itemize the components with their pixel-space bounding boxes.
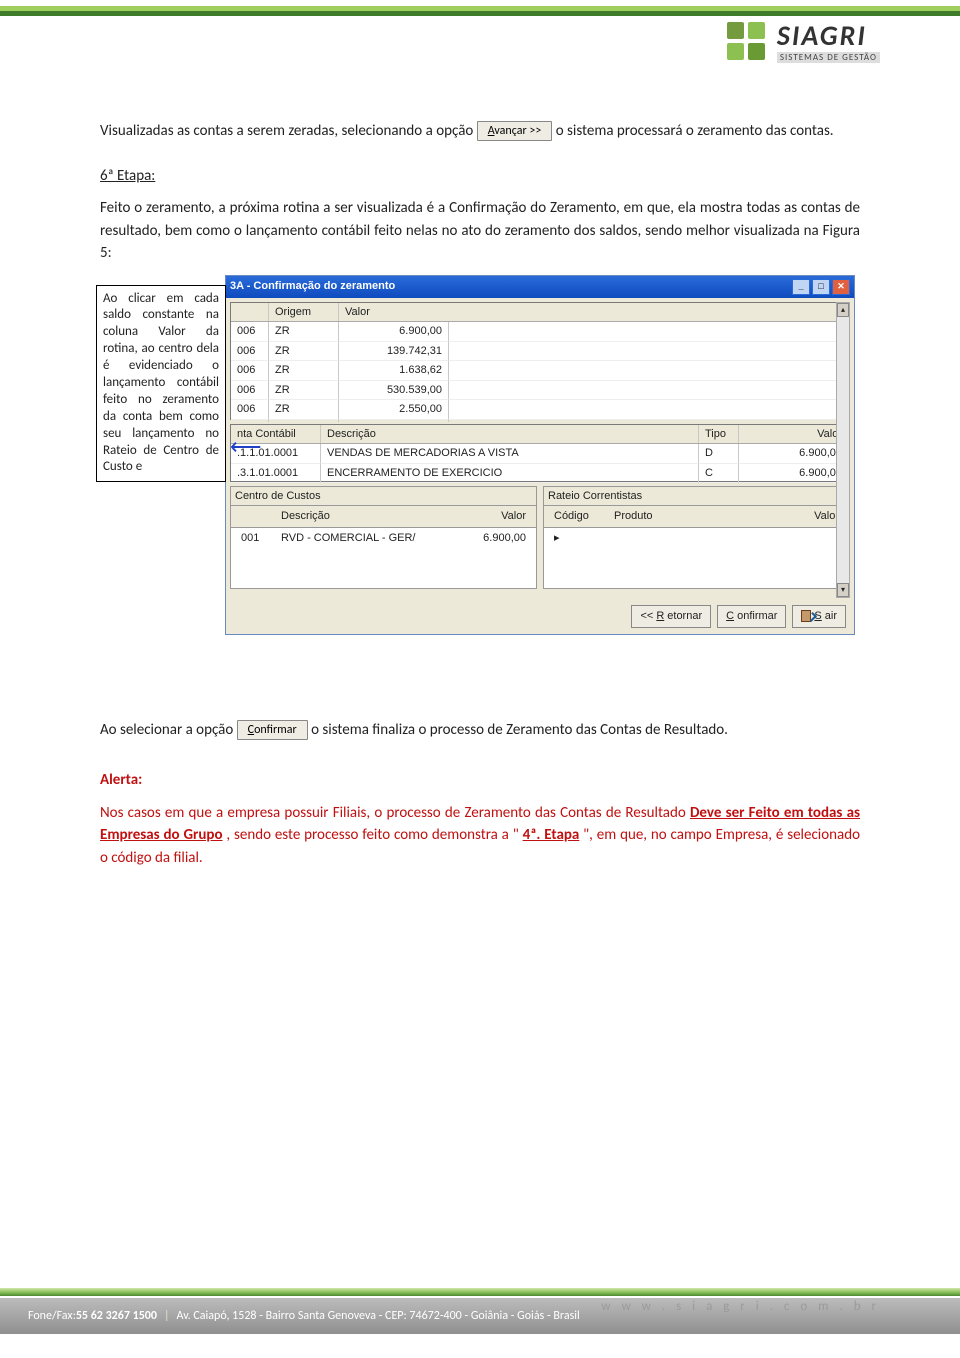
- figure-callout: Ao clicar em cada saldo constante na col…: [96, 285, 226, 483]
- footer-address: Av. Caiapó, 1528 - Bairro Santa Genoveva…: [176, 1309, 579, 1323]
- figure-5: Ao clicar em cada saldo constante na col…: [100, 275, 860, 675]
- rateio-correntistas-panel: Rateio Correntistas Código Produto Valor…: [543, 486, 850, 590]
- logo-icon: [725, 20, 769, 64]
- avancar-button[interactable]: Avançar >>: [477, 121, 553, 141]
- top-accent-bar: [0, 6, 960, 16]
- alert-body: Nos casos em que a empresa possuir Filia…: [100, 802, 860, 870]
- minimize-icon[interactable]: _: [792, 279, 810, 295]
- table-row[interactable]: 006ZR1.638,62: [231, 361, 849, 381]
- page-footer: w w w . s i a g r i . c o m . b r Fone/F…: [0, 1288, 960, 1358]
- step6-heading: 6ª Etapa:: [100, 165, 860, 188]
- scrollbar[interactable]: ▴▾: [836, 302, 850, 598]
- arrow-left-icon: ⟵: [230, 430, 262, 463]
- footer-phone-label: Fone/Fax:: [28, 1309, 76, 1323]
- table-row[interactable]: .3.1.01.0001ENCERRAMENTO DE EXERCICIOC6.…: [231, 464, 849, 484]
- sair-button[interactable]: Sair: [792, 605, 846, 628]
- top-grid: Origem Valor 006ZR6.900,00006ZR139.742,3…: [230, 302, 850, 420]
- table-row[interactable]: 006ZR6.900,00: [231, 322, 849, 342]
- paragraph-step6: Feito o zeramento, a próxima rotina a se…: [100, 197, 860, 265]
- text: o sistema processará o zeramento das con…: [556, 122, 834, 140]
- paragraph-confirmar: Ao selecionar a opção Confirmar o sistem…: [100, 719, 860, 742]
- paragraph-intro: Visualizadas as contas a serem zeradas, …: [100, 120, 860, 143]
- table-row[interactable]: 006ZR5.872,76: [231, 420, 849, 423]
- window-titlebar: 3A - Confirmação do zeramento _ □ ✕: [226, 276, 854, 298]
- table-row[interactable]: 006ZR2.550,00: [231, 400, 849, 420]
- confirmar-inline-button[interactable]: Confirmar: [237, 720, 308, 740]
- footer-url: w w w . s i a g r i . c o m . b r: [601, 1299, 880, 1314]
- mid-grid-header: nta Contábil Descrição Tipo Valor: [231, 425, 849, 445]
- centro-custos-panel: Centro de Custos Descrição Valor 001 RVD…: [230, 486, 537, 590]
- confirmacao-zeramento-window: 3A - Confirmação do zeramento _ □ ✕ Orig…: [225, 275, 855, 635]
- brand-logo: SIAGRI SISTEMAS DE GESTÃO: [725, 20, 880, 64]
- close-icon[interactable]: ✕: [832, 279, 850, 295]
- maximize-icon[interactable]: □: [812, 279, 830, 295]
- retornar-button[interactable]: << Retornar: [631, 605, 711, 628]
- alert-heading: Alerta:: [100, 769, 860, 792]
- top-grid-header: Origem Valor: [231, 303, 849, 323]
- confirmar-button[interactable]: Confirmar: [717, 605, 786, 628]
- window-title: 3A - Confirmação do zeramento: [230, 278, 790, 295]
- door-icon: [801, 610, 811, 622]
- table-row[interactable]: 006ZR530.539,00: [231, 381, 849, 401]
- footer-phone: 55 62 3267 1500: [76, 1309, 157, 1323]
- table-row[interactable]: 006ZR139.742,31: [231, 342, 849, 362]
- mid-grid: nta Contábil Descrição Tipo Valor .1.1.0…: [230, 424, 850, 482]
- brand-name: SIAGRI: [777, 22, 880, 50]
- table-row[interactable]: .1.1.01.0001VENDAS DE MERCADORIAS A VIST…: [231, 444, 849, 464]
- text: Visualizadas as contas a serem zeradas, …: [100, 122, 477, 140]
- brand-tagline: SISTEMAS DE GESTÃO: [777, 52, 880, 63]
